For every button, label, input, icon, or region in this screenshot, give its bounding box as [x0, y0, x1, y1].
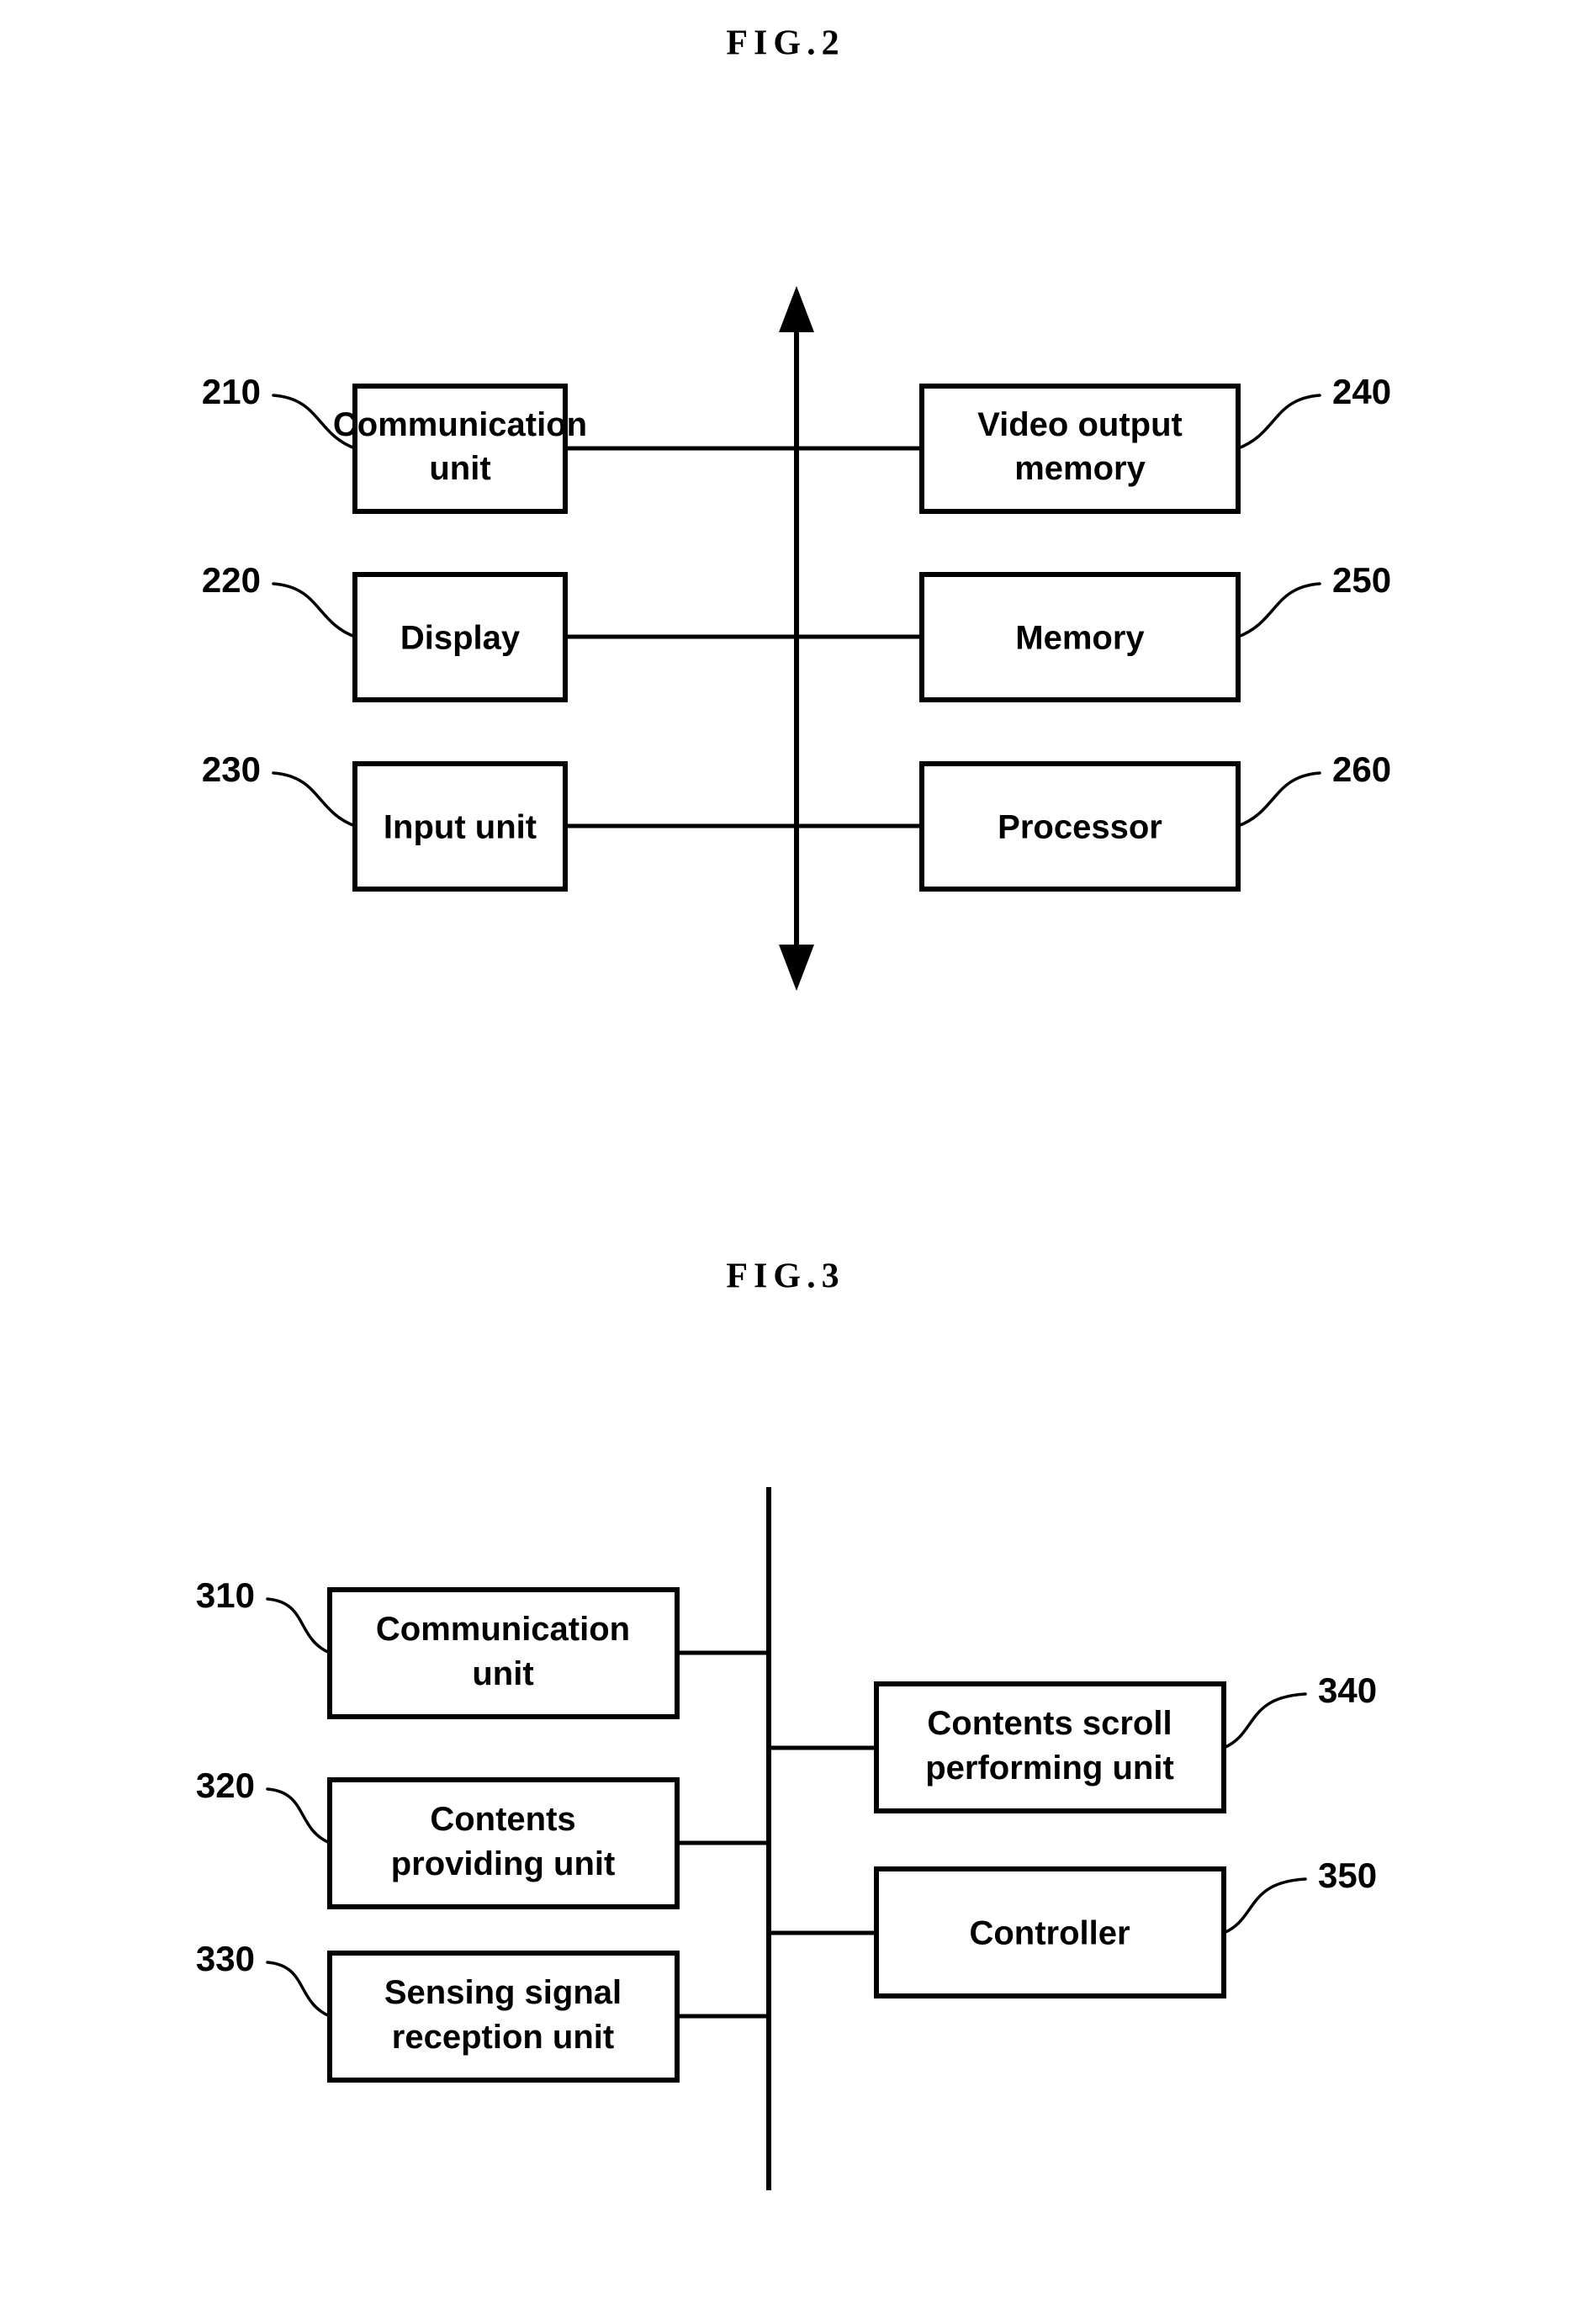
block-250: Memory 250 — [919, 560, 1391, 702]
block-label-line1: Communication — [376, 1611, 630, 1648]
leader-line — [1236, 771, 1321, 828]
bus-arrow-up-icon — [779, 286, 814, 332]
reference-number-340: 340 — [1318, 1670, 1377, 1710]
connectors-fig2-right — [797, 446, 922, 828]
block-340: Contents scroll performing unit 340 — [874, 1670, 1377, 1813]
reference-number-210: 210 — [202, 372, 261, 411]
block-box — [352, 384, 568, 514]
reference-number-240: 240 — [1332, 372, 1391, 411]
block-350: Controller 350 — [874, 1855, 1377, 1998]
figure-title-fig2: FIG.2 — [726, 24, 844, 63]
leader-line — [272, 582, 357, 638]
block-label-line2: unit — [429, 450, 490, 487]
reference-number-330: 330 — [196, 1939, 255, 1978]
block-label-line1: Input unit — [384, 809, 537, 846]
block-label-line1: Video output — [977, 406, 1183, 443]
block-220: Display 220 — [202, 560, 568, 702]
block-label-line2: memory — [1014, 450, 1146, 487]
leader-line — [1222, 1877, 1307, 1935]
block-label-line2: reception unit — [392, 2019, 614, 2056]
block-230: Input unit 230 — [202, 749, 568, 892]
block-label-line1: Contents scroll — [927, 1705, 1172, 1742]
block-260: Processor 260 — [919, 749, 1391, 892]
reference-number-230: 230 — [202, 749, 261, 789]
block-label-line1: Sensing signal — [384, 1974, 622, 2011]
drawing-sheet: FIG.2 Communication unit 210 Display 220… — [0, 0, 1572, 2324]
block-label-line2: performing unit — [925, 1750, 1174, 1787]
leader-line — [266, 1961, 331, 2018]
figure-fig2: FIG.2 Communication unit 210 Display 220… — [202, 24, 1391, 991]
block-label-line1: Contents — [430, 1801, 575, 1838]
block-label-line1: Controller — [969, 1915, 1130, 1952]
block-320: Contents providing unit 320 — [196, 1765, 680, 1909]
block-label-line1: Memory — [1015, 620, 1145, 657]
figure-canvas: FIG.2 Communication unit 210 Display 220… — [196, 24, 1391, 2190]
block-210: Communication unit 210 — [202, 372, 587, 514]
reference-number-320: 320 — [196, 1765, 255, 1805]
block-label-line2: providing unit — [391, 1845, 616, 1882]
block-330: Sensing signal reception unit 330 — [196, 1939, 680, 2083]
leader-line — [1236, 582, 1321, 638]
reference-number-220: 220 — [202, 560, 261, 600]
block-box — [327, 1777, 680, 1909]
reference-number-310: 310 — [196, 1575, 255, 1615]
connectors-fig3-left — [677, 1650, 769, 2019]
block-label-line1: Display — [400, 620, 521, 657]
block-box — [919, 384, 1241, 514]
reference-number-260: 260 — [1332, 749, 1391, 789]
reference-number-250: 250 — [1332, 560, 1391, 600]
block-box — [327, 1587, 680, 1719]
block-label-line2: unit — [472, 1655, 533, 1692]
figure-fig3: FIG.3 Communication unit 310 Contents pr… — [196, 1257, 1377, 2190]
connectors-fig3-right — [769, 1745, 876, 1935]
figure-title-fig3: FIG.3 — [726, 1257, 844, 1296]
leader-line — [1236, 394, 1321, 450]
leader-line — [272, 771, 357, 828]
block-label-line1: Communication — [333, 406, 587, 443]
connectors-fig2-left — [565, 446, 797, 828]
bus-arrow-down-icon — [779, 945, 814, 991]
block-310: Communication unit 310 — [196, 1575, 680, 1719]
block-box — [874, 1681, 1226, 1813]
leader-line — [1222, 1692, 1307, 1750]
block-label-line1: Processor — [998, 809, 1162, 846]
block-box — [327, 1951, 680, 2083]
leader-line — [266, 1787, 331, 1845]
block-240: Video output memory 240 — [919, 372, 1391, 514]
leader-line — [266, 1597, 331, 1654]
reference-number-350: 350 — [1318, 1855, 1377, 1895]
